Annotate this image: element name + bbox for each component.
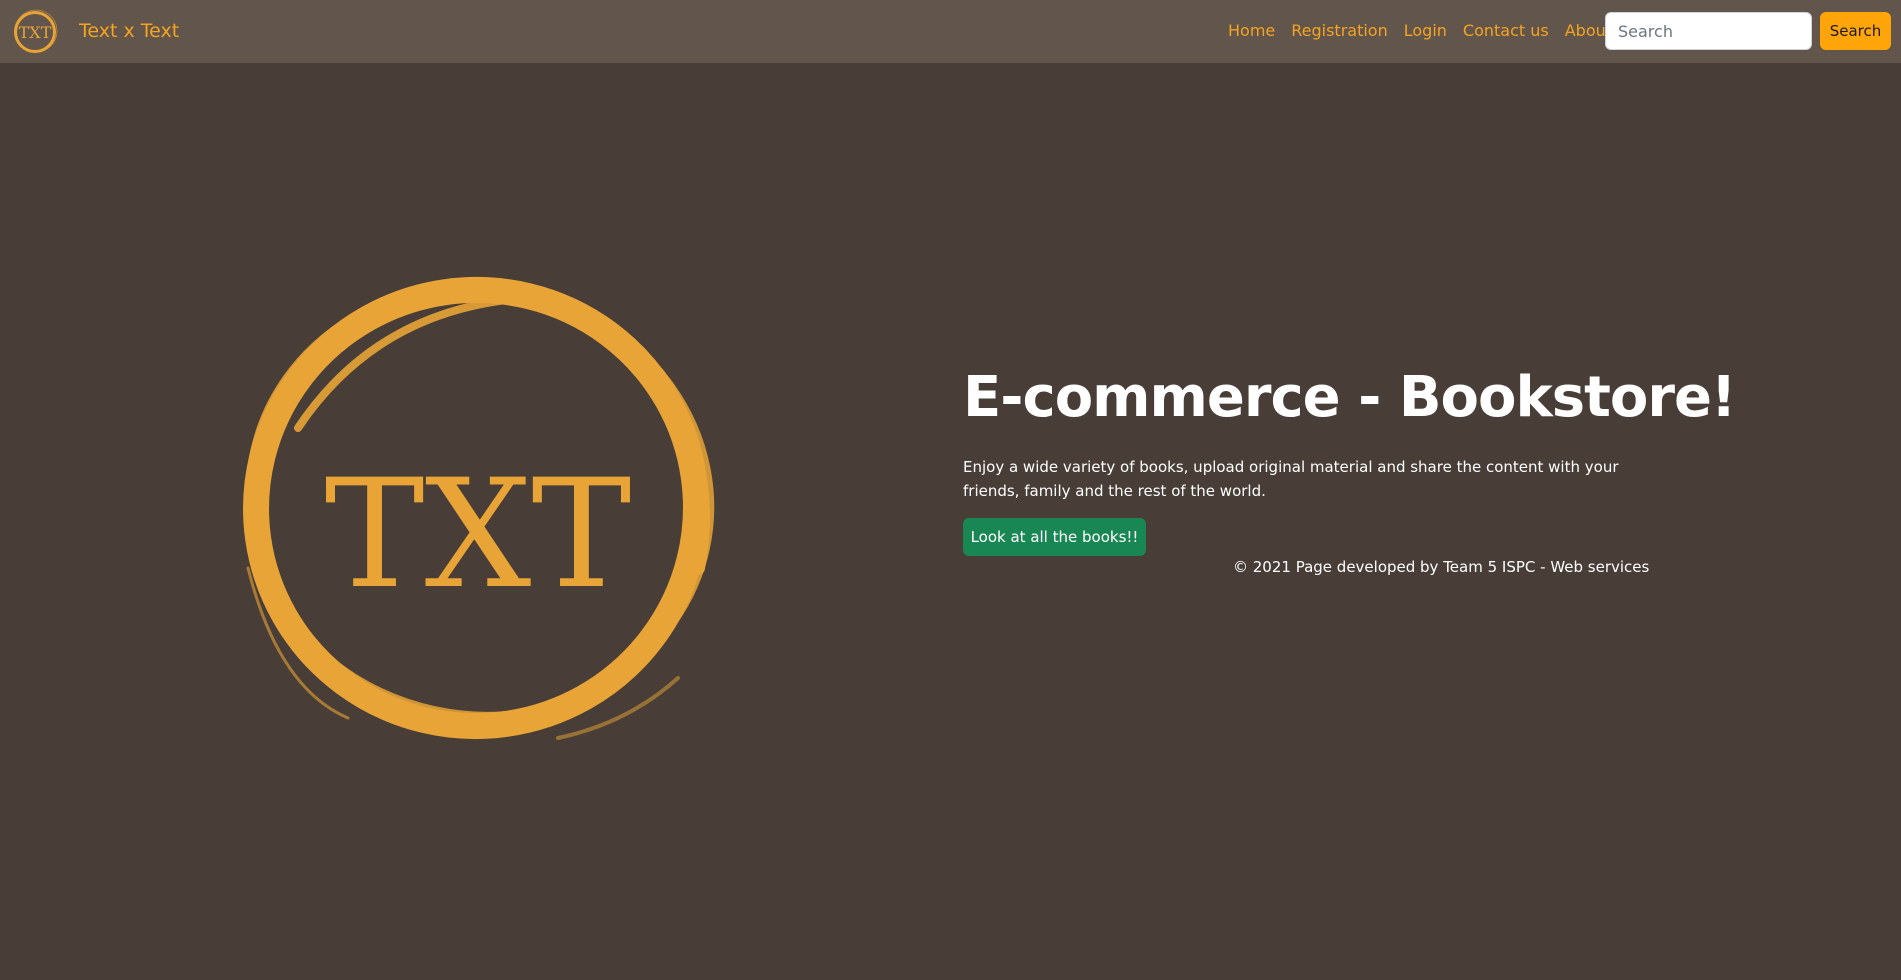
hero-logo-image: TXT xyxy=(243,276,715,740)
browse-books-button[interactable]: Look at all the books!! xyxy=(963,518,1146,556)
nav-link-login[interactable]: Login xyxy=(1404,21,1447,40)
brand-name[interactable]: Text x Text xyxy=(79,20,179,42)
nav-link-registration[interactable]: Registration xyxy=(1291,21,1387,40)
nav-link-contact-us[interactable]: Contact us xyxy=(1463,21,1549,40)
brand-logo[interactable]: TXT xyxy=(12,9,58,55)
nav-links: Home Registration Login Contact us About… xyxy=(1228,21,1652,40)
hero-description: Enjoy a wide variety of books, upload or… xyxy=(963,458,1619,500)
navbar: TXT Text x Text Home Registration Login … xyxy=(0,0,1901,63)
nav-link-home[interactable]: Home xyxy=(1228,21,1275,40)
hero-title: E-commerce - Bookstore! xyxy=(963,365,1736,430)
search-input[interactable] xyxy=(1605,12,1812,50)
svg-text:TXT: TXT xyxy=(19,23,52,42)
svg-text:TXT: TXT xyxy=(325,448,632,622)
footer-text: © 2021 Page developed by Team 5 ISPC - W… xyxy=(1233,558,1650,576)
search-button[interactable]: Search xyxy=(1820,12,1891,50)
